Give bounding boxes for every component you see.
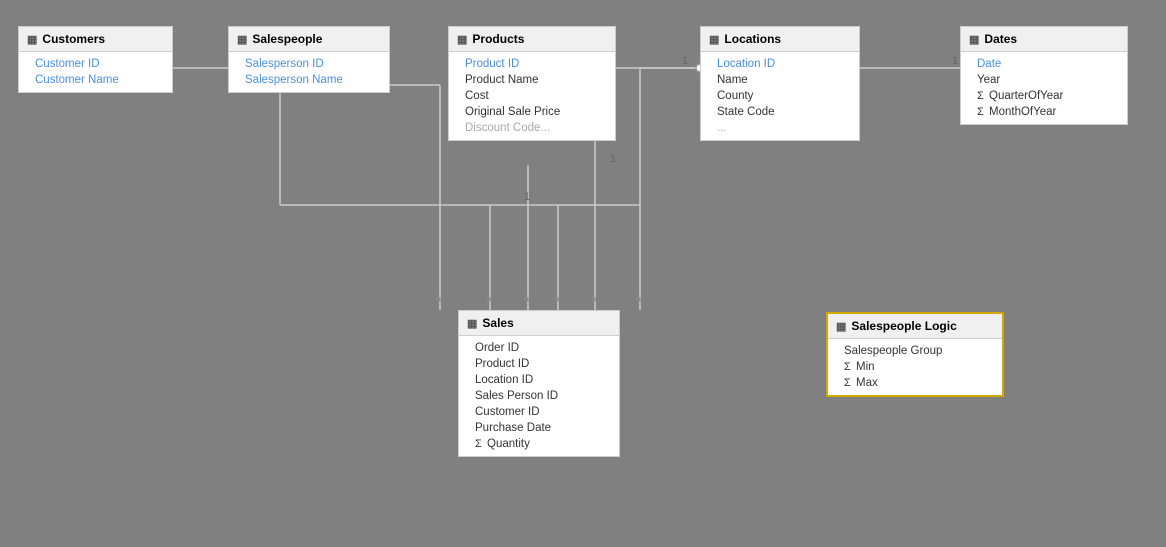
svg-text:1: 1 [524, 191, 530, 203]
table-field: Cost [449, 88, 615, 104]
svg-text:1: 1 [952, 55, 958, 67]
salespeople-table-header: ▦ Salespeople [229, 27, 389, 52]
dates-table-body: Date Year Σ QuarterOfYear Σ MonthOfYear [961, 52, 1127, 124]
table-field: Σ QuarterOfYear [961, 88, 1127, 104]
table-icon: ▦ [457, 33, 467, 46]
dates-table-header: ▦ Dates [961, 27, 1127, 52]
table-field: Name [701, 72, 859, 88]
table-icon: ▦ [27, 33, 37, 46]
table-field: Location ID [701, 56, 859, 72]
table-icon: ▦ [836, 320, 846, 333]
table-field: Location ID [459, 372, 619, 388]
table-field: Product ID [459, 356, 619, 372]
locations-table-header: ▦ Locations [701, 27, 859, 52]
table-field: Year [961, 72, 1127, 88]
table-field: Customer ID [19, 56, 172, 72]
table-field: Σ Quantity [459, 436, 619, 452]
table-field: Salesperson ID [229, 56, 389, 72]
table-field: Σ Min [828, 359, 1002, 375]
locations-table: ▦ Locations Location ID Name County Stat… [700, 26, 860, 141]
table-icon: ▦ [467, 317, 477, 330]
products-table-header: ▦ Products [449, 27, 615, 52]
locations-title: Locations [724, 32, 781, 46]
sales-table: ▦ Sales Order ID Product ID Location ID … [458, 310, 620, 457]
products-table: ▦ Products Product ID Product Name Cost … [448, 26, 616, 141]
svg-text:★: ★ [634, 294, 643, 305]
salespeople-title: Salespeople [252, 32, 322, 46]
salespeople-table: ▦ Salespeople Salesperson ID Salesperson… [228, 26, 390, 93]
table-field: Order ID [459, 340, 619, 356]
table-field: State Code [701, 104, 859, 120]
salespeople-logic-title: Salespeople Logic [851, 319, 956, 333]
sales-title: Sales [482, 316, 513, 330]
salespeople-table-body: Salesperson ID Salesperson Name [229, 52, 389, 92]
table-icon: ▦ [969, 33, 979, 46]
table-icon: ▦ [237, 33, 247, 46]
salespeople-logic-table: ▦ Salespeople Logic Salespeople Group Σ … [826, 312, 1004, 397]
table-field: Salesperson Name [229, 72, 389, 88]
svg-text:★: ★ [589, 294, 598, 305]
svg-text:★: ★ [434, 294, 443, 305]
svg-text:★: ★ [484, 294, 493, 305]
table-field: Σ Max [828, 375, 1002, 391]
table-field: Customer ID [459, 404, 619, 420]
table-field: Σ MonthOfYear [961, 104, 1127, 120]
dates-table: ▦ Dates Date Year Σ QuarterOfYear Σ Mont… [960, 26, 1128, 125]
customers-title: Customers [42, 32, 105, 46]
table-field: Product Name [449, 72, 615, 88]
table-field: Purchase Date [459, 420, 619, 436]
table-field: Salespeople Group [828, 343, 1002, 359]
table-field: Date [961, 56, 1127, 72]
sales-table-body: Order ID Product ID Location ID Sales Pe… [459, 336, 619, 456]
table-field: Product ID [449, 56, 615, 72]
svg-text:★: ★ [552, 294, 561, 305]
table-field: Customer Name [19, 72, 172, 88]
table-field: Original Sale Price [449, 104, 615, 120]
diagram-canvas: 1 1 1 1 1 ★ ★ ★ ★ ★ ★ 1 ▦ Customers Cust [0, 0, 1166, 547]
table-field: County [701, 88, 859, 104]
products-title: Products [472, 32, 524, 46]
svg-text:1: 1 [610, 153, 616, 165]
locations-table-body: Location ID Name County State Code ... [701, 52, 859, 140]
table-icon: ▦ [709, 33, 719, 46]
svg-text:★: ★ [522, 294, 531, 305]
products-table-body: Product ID Product Name Cost Original Sa… [449, 52, 615, 140]
customers-table: ▦ Customers Customer ID Customer Name [18, 26, 173, 93]
svg-text:1: 1 [682, 55, 688, 67]
table-field: ... [701, 120, 859, 136]
customers-table-header: ▦ Customers [19, 27, 172, 52]
dates-title: Dates [984, 32, 1017, 46]
salespeople-logic-table-header: ▦ Salespeople Logic [828, 314, 1002, 339]
customers-table-body: Customer ID Customer Name [19, 52, 172, 92]
sales-table-header: ▦ Sales [459, 311, 619, 336]
table-field: Sales Person ID [459, 388, 619, 404]
salespeople-logic-table-body: Salespeople Group Σ Min Σ Max [828, 339, 1002, 395]
table-field: Discount Code... [449, 120, 615, 136]
